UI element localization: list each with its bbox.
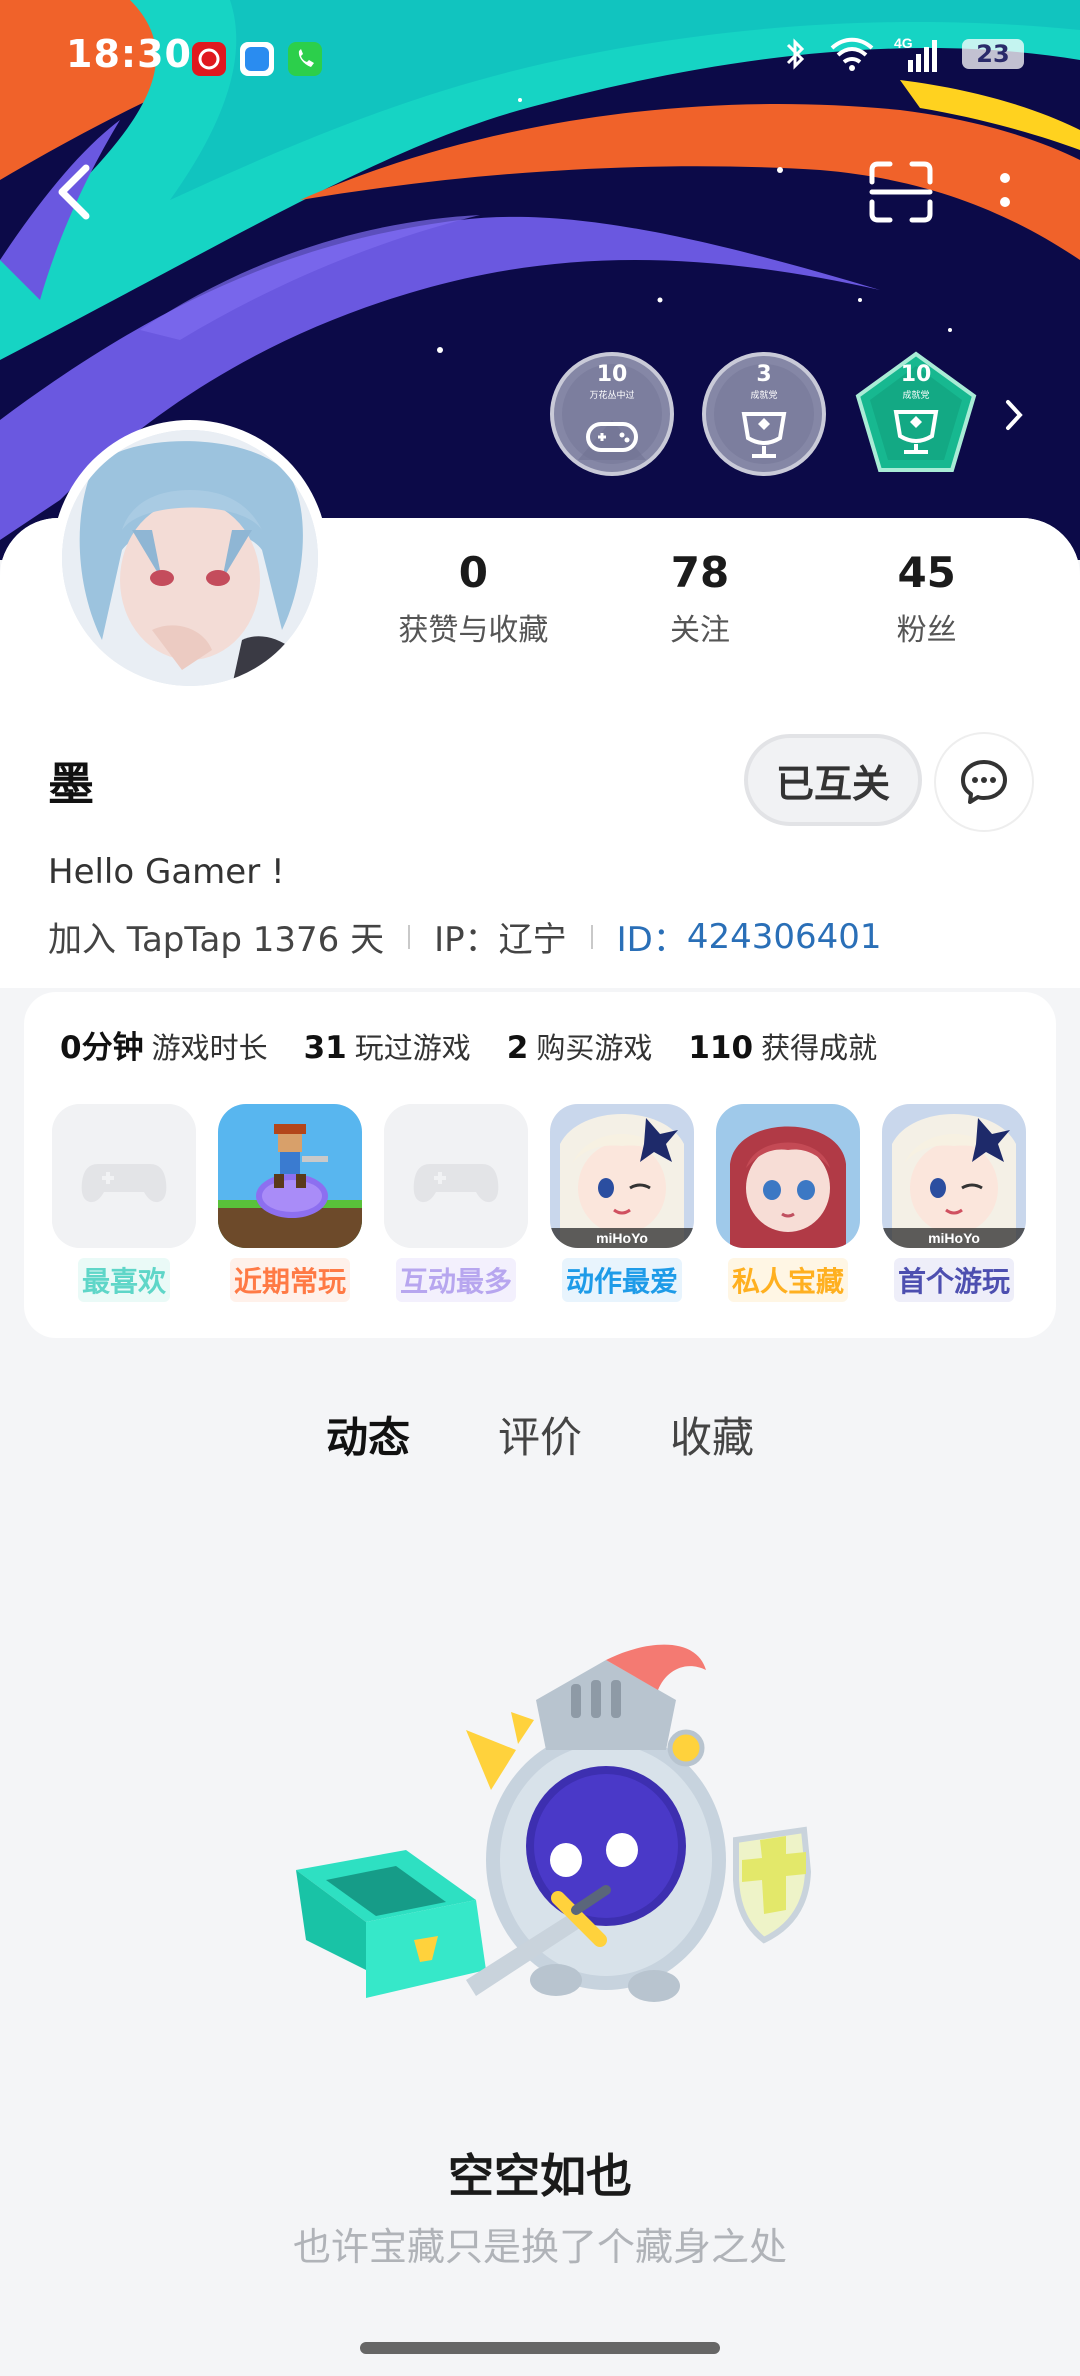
game-stats-card[interactable]: 0分钟 游戏时长 31 玩过游戏 2 购买游戏 110 获得成就 最喜欢 近期常…	[24, 992, 1056, 1338]
game-most-interacted[interactable]: 互动最多	[384, 1104, 528, 1302]
empty-state-title: 空空如也	[448, 2149, 632, 2203]
stat-value: 78	[670, 548, 730, 597]
stat-label: 获赞与收藏	[398, 613, 549, 648]
cellular-signal-icon: 4G	[894, 35, 937, 72]
stat-label: 关注	[670, 613, 730, 648]
badge-count: 10	[900, 362, 932, 387]
phone-notification-icon	[288, 42, 322, 76]
avatar[interactable]	[52, 420, 328, 696]
game-icon-genshin: miHoYo	[550, 1104, 694, 1248]
empty-state-subtitle: 也许宝藏只是换了个藏身之处	[292, 2225, 787, 2269]
stat-likes[interactable]: 0 获赞与收藏	[360, 548, 587, 649]
game-icon-terraria	[218, 1104, 362, 1248]
svg-text:miHoYo: miHoYo	[928, 1230, 980, 1246]
ip-location: IP：辽宁	[434, 920, 567, 960]
bluetooth-icon	[786, 38, 805, 70]
stat-value: 45	[897, 548, 956, 597]
mutual-follow-button[interactable]: 已互关	[744, 734, 922, 826]
id-label: ID：	[616, 920, 687, 960]
gamepad-placeholder-icon	[384, 1104, 528, 1248]
empty-state-knight-illustration	[296, 1644, 812, 2002]
game-label: 互动最多	[395, 1258, 516, 1302]
home-indicator[interactable]	[360, 2342, 720, 2354]
chat-bubble-icon	[961, 760, 1007, 804]
stat-value: 0	[458, 548, 488, 597]
stat-following[interactable]: 78 关注	[587, 548, 814, 649]
status-bar: 18:30 4G 23	[0, 0, 1080, 110]
wifi-icon	[830, 37, 874, 71]
stat-playtime: 0分钟 游戏时长	[60, 1030, 268, 1066]
app-notification-icon	[192, 42, 226, 76]
svg-text:4G: 4G	[894, 35, 913, 51]
divider	[590, 924, 593, 949]
tab-favorites[interactable]: 收藏	[670, 1404, 754, 1465]
badge-count: 3	[756, 362, 772, 387]
game-icon-anime	[716, 1104, 860, 1248]
game-label: 最喜欢	[77, 1258, 170, 1302]
svg-text:miHoYo: miHoYo	[596, 1230, 648, 1246]
profile-stats: 0 获赞与收藏 78 关注 45 粉丝	[360, 548, 1040, 649]
more-button[interactable]	[990, 168, 1020, 218]
content-tabs: 动态 评价 收藏	[0, 1404, 1080, 1465]
message-button[interactable]	[936, 734, 1032, 830]
game-action-favorite[interactable]: miHoYo 动作最爱	[550, 1104, 694, 1302]
stat-label: 粉丝	[896, 613, 957, 648]
joined-days: 加入 TapTap 1376 天	[48, 920, 385, 960]
stat-followers[interactable]: 45 粉丝	[813, 548, 1040, 649]
back-button[interactable]	[50, 160, 100, 224]
game-stats-row: 0分钟 游戏时长 31 玩过游戏 2 购买游戏 110 获得成就	[60, 1022, 877, 1067]
badge-caption: 成就党	[750, 391, 778, 401]
profile-meta: 加入 TapTap 1376 天 IP：辽宁 ID： 424306401	[48, 912, 882, 961]
game-label: 首个游玩	[893, 1258, 1014, 1302]
badges-more-button[interactable]	[1003, 398, 1025, 432]
stat-achievements: 110 获得成就	[688, 1030, 878, 1066]
scan-button[interactable]	[868, 160, 934, 224]
status-icons: 4G 23	[782, 34, 1024, 74]
achievement-badges: 10 万花丛中过 3 成就党 10 成就党	[548, 350, 980, 478]
game-label: 私人宝藏	[727, 1258, 848, 1302]
game-private-treasure[interactable]: 私人宝藏	[716, 1104, 860, 1302]
tab-moments[interactable]: 动态	[325, 1404, 410, 1465]
app-notification-icon	[240, 42, 274, 76]
stat-bought-games: 2 购买游戏	[506, 1030, 653, 1066]
badge-caption: 成就党	[902, 391, 930, 401]
tab-reviews[interactable]: 评价	[498, 1404, 582, 1465]
game-icon-genshin: miHoYo	[882, 1104, 1026, 1248]
avatar-image	[62, 430, 318, 686]
gamepad-placeholder-icon	[52, 1104, 196, 1248]
username: 墨	[48, 757, 94, 811]
game-recent[interactable]: 近期常玩	[218, 1104, 362, 1302]
badge-gamer[interactable]: 10 万花丛中过	[548, 350, 676, 478]
battery-indicator: 23	[962, 39, 1024, 69]
game-favorite[interactable]: 最喜欢	[52, 1104, 196, 1302]
badge-count: 10	[596, 362, 628, 387]
stat-played-games: 31 玩过游戏	[303, 1030, 471, 1066]
badge-achiever-grey[interactable]: 3 成就党	[700, 350, 828, 478]
game-label: 近期常玩	[229, 1258, 350, 1302]
bio-text: Hello Gamer !	[48, 852, 285, 892]
status-time: 18:30	[66, 32, 192, 76]
game-highlights: 最喜欢 近期常玩 互动最多 miHoYo 动作最爱 私人宝藏 miHoYo 首个…	[52, 1104, 1026, 1302]
profile-page: 18:30 4G 23 10 万花丛中过 3 成就党 10 成就党 0 获赞与收…	[0, 0, 1080, 2376]
user-id[interactable]: 424306401	[687, 917, 882, 957]
game-first-played[interactable]: miHoYo 首个游玩	[882, 1104, 1026, 1302]
game-label: 动作最爱	[561, 1258, 682, 1302]
badge-caption: 万花丛中过	[589, 391, 635, 401]
divider	[408, 924, 411, 949]
badge-achiever-green[interactable]: 10 成就党	[852, 350, 980, 478]
